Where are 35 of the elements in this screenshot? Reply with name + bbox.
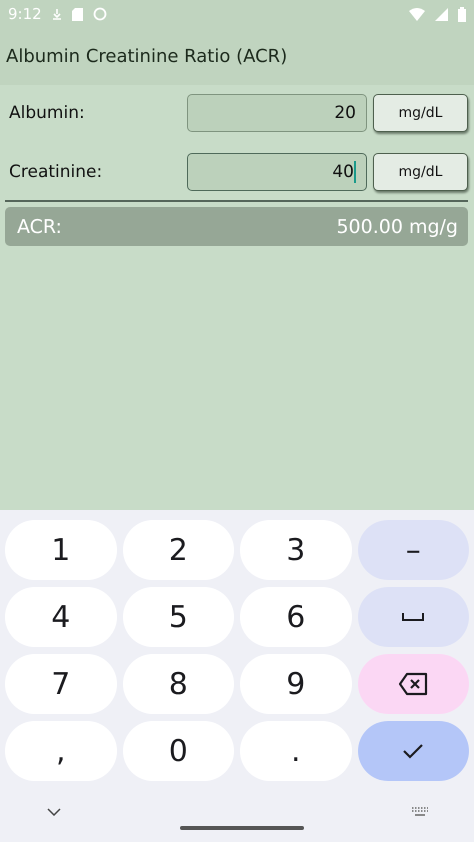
key[interactable]: 4 <box>5 587 116 647</box>
result-value: 500.00 mg/g <box>336 216 458 238</box>
key[interactable]: 8 <box>122 654 234 714</box>
chevron-down-icon[interactable] <box>47 808 61 816</box>
signal-icon <box>435 8 448 20</box>
unit-button[interactable]: mg/dL <box>373 94 468 132</box>
key[interactable]: 5 <box>122 587 234 647</box>
number-field[interactable]: 40 <box>187 153 367 191</box>
key[interactable]: 1 <box>5 520 116 580</box>
status-time: 9:12 <box>8 5 42 23</box>
unit-button[interactable]: mg/dL <box>373 153 468 191</box>
minus-key[interactable]: – <box>358 520 469 580</box>
number-field[interactable]: 20 <box>187 94 367 132</box>
wifi-icon <box>409 8 425 20</box>
keyboard-icon[interactable] <box>411 806 429 816</box>
battery-icon <box>458 6 466 22</box>
sd-card-icon <box>72 8 83 20</box>
key[interactable]: 7 <box>5 654 116 714</box>
key[interactable]: 3 <box>240 520 352 580</box>
notification-icon <box>52 8 62 20</box>
key[interactable]: 0 <box>122 721 234 781</box>
key[interactable]: 2 <box>122 520 234 580</box>
backspace-icon <box>398 672 428 696</box>
face-icon <box>92 7 107 21</box>
key[interactable]: 9 <box>240 654 352 714</box>
key[interactable]: . <box>240 721 352 781</box>
result-label: ACR: <box>17 216 62 238</box>
field-label: Creatinine: <box>8 162 104 182</box>
key[interactable]: , <box>5 721 116 781</box>
key[interactable]: 6 <box>240 587 352 647</box>
app-title: Albumin Creatinine Ratio (ACR) <box>6 46 288 67</box>
field-label: Albumin: <box>8 103 86 123</box>
space-icon <box>401 612 426 622</box>
home-handle[interactable] <box>180 826 304 830</box>
check-icon <box>402 743 424 759</box>
